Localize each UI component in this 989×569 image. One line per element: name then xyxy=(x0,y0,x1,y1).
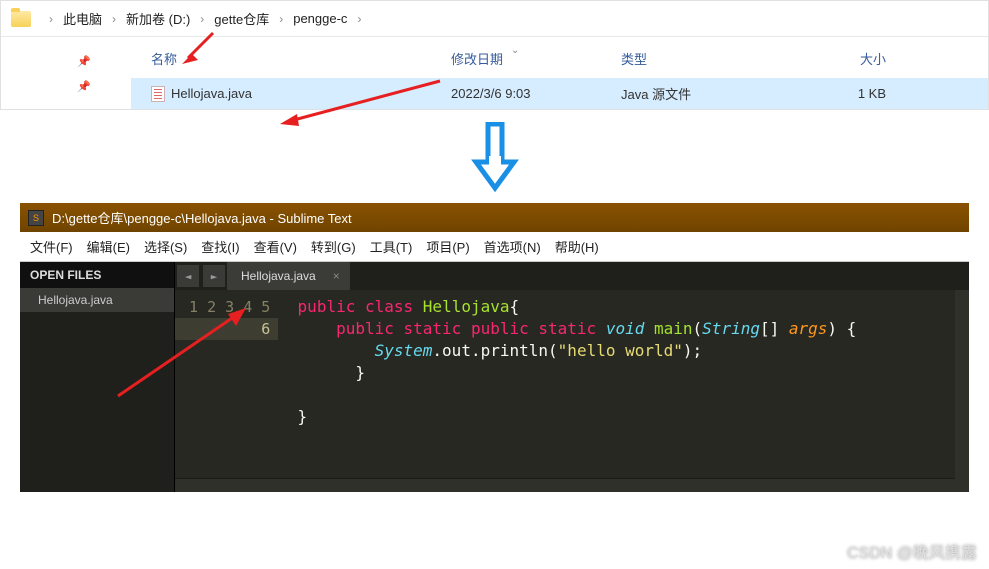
file-row[interactable]: Hellojava.java 2022/3/6 9:03 Java 源文件 1 … xyxy=(131,78,988,109)
breadcrumb-item[interactable]: gette仓库 xyxy=(214,9,269,28)
menu-tools[interactable]: 工具(T) xyxy=(370,237,413,256)
chevron-right-icon: › xyxy=(357,12,361,26)
file-name: Hellojava.java xyxy=(171,86,252,101)
tab-label: Hellojava.java xyxy=(241,269,316,283)
pin-icon[interactable]: 📌 xyxy=(1,80,131,105)
sublime-menubar[interactable]: 文件(F) 编辑(E) 选择(S) 查找(I) 查看(V) 转到(G) 工具(T… xyxy=(20,232,969,262)
menu-select[interactable]: 选择(S) xyxy=(144,237,187,256)
quick-access-pins: 📌 📌 xyxy=(1,37,131,105)
col-date[interactable]: ⌄ 修改日期 xyxy=(451,49,621,68)
red-arrow-annotation xyxy=(108,306,258,406)
menu-goto[interactable]: 转到(G) xyxy=(311,237,356,256)
breadcrumb-item[interactable]: pengge-c xyxy=(293,11,347,26)
red-arrow-annotation xyxy=(178,28,218,68)
red-arrow-annotation xyxy=(275,76,445,136)
watermark: CSDN @晚风携露 xyxy=(847,539,977,563)
open-files-header: OPEN FILES xyxy=(20,262,174,288)
breadcrumb[interactable]: › 此电脑 › 新加卷 (D:) › gette仓库 › pengge-c › xyxy=(1,1,988,37)
sublime-app-icon: S xyxy=(28,210,44,226)
code-area[interactable]: public class Hellojava{ public static pu… xyxy=(278,290,856,434)
blue-down-arrow-annotation xyxy=(0,110,989,203)
menu-project[interactable]: 项目(P) xyxy=(426,237,469,256)
chevron-right-icon: › xyxy=(200,12,204,26)
breadcrumb-item[interactable]: 此电脑 xyxy=(63,9,102,28)
sort-chevron-icon: ⌄ xyxy=(511,45,519,56)
tab-bar: ◄ ► Hellojava.java × xyxy=(175,262,969,290)
folder-icon xyxy=(11,11,31,27)
chevron-right-icon: › xyxy=(49,12,53,26)
menu-help[interactable]: 帮助(H) xyxy=(555,237,599,256)
breadcrumb-item[interactable]: 新加卷 (D:) xyxy=(126,9,190,28)
chevron-right-icon: › xyxy=(279,12,283,26)
col-type[interactable]: 类型 xyxy=(621,49,796,68)
file-date: 2022/3/6 9:03 xyxy=(451,86,621,101)
scrollbar-horizontal[interactable] xyxy=(175,478,955,492)
menu-edit[interactable]: 编辑(E) xyxy=(87,237,130,256)
column-headers[interactable]: 名称 ⌄ 修改日期 类型 大小 xyxy=(131,37,988,78)
tab-prev-button[interactable]: ◄ xyxy=(177,265,199,287)
sublime-titlebar[interactable]: S D:\gette仓库\pengge-c\Hellojava.java - S… xyxy=(20,203,969,232)
menu-view[interactable]: 查看(V) xyxy=(254,237,297,256)
menu-file[interactable]: 文件(F) xyxy=(30,237,73,256)
file-type: Java 源文件 xyxy=(621,84,796,103)
menu-preferences[interactable]: 首选项(N) xyxy=(484,237,541,256)
editor-tab[interactable]: Hellojava.java × xyxy=(227,262,350,290)
tab-next-button[interactable]: ► xyxy=(203,265,225,287)
chevron-right-icon: › xyxy=(112,12,116,26)
col-size[interactable]: 大小 xyxy=(796,49,886,68)
pin-icon[interactable]: 📌 xyxy=(1,55,131,80)
sublime-title-text: D:\gette仓库\pengge-c\Hellojava.java - Sub… xyxy=(52,208,352,227)
tab-close-icon[interactable]: × xyxy=(333,269,340,283)
menu-find[interactable]: 查找(I) xyxy=(201,237,239,256)
file-size: 1 KB xyxy=(796,86,886,101)
explorer-window: › 此电脑 › 新加卷 (D:) › gette仓库 › pengge-c › … xyxy=(0,0,989,110)
java-file-icon xyxy=(151,86,165,102)
scrollbar-vertical[interactable] xyxy=(955,290,969,492)
